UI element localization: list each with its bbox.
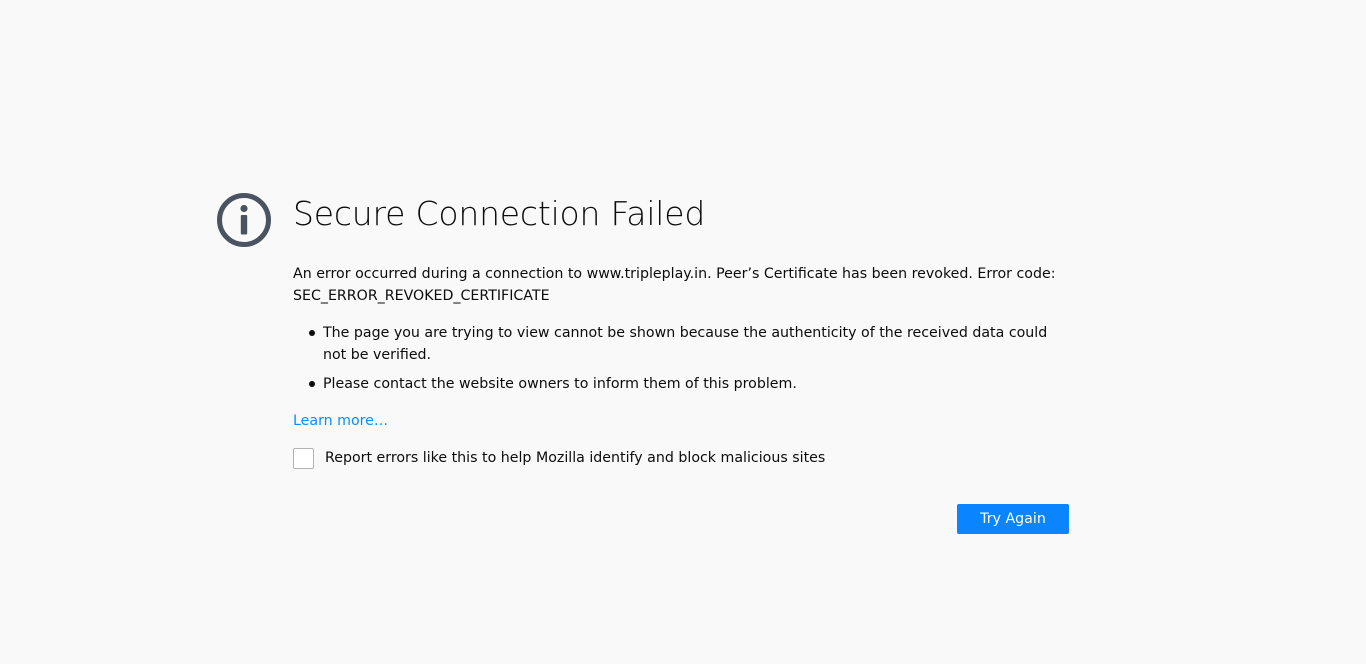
page-title: Secure Connection Failed [293,194,706,233]
report-errors-row: Report errors like this to help Mozilla … [293,446,1069,470]
error-page: Secure Connection Failed An error occurr… [0,0,1366,664]
error-description: An error occurred during a connection to… [293,263,1069,307]
try-again-button[interactable]: Try Again [957,504,1069,534]
list-item: The page you are trying to view cannot b… [309,322,1069,366]
error-details-list: The page you are trying to view cannot b… [293,322,1069,395]
info-icon [217,193,271,247]
button-container: Try Again [293,504,1069,534]
learn-more-link[interactable]: Learn more… [293,410,388,432]
report-errors-label[interactable]: Report errors like this to help Mozilla … [325,447,825,469]
error-description-text: An error occurred during a connection to… [293,266,1056,282]
error-content: Secure Connection Failed An error occurr… [293,190,1069,534]
error-code: SEC_ERROR_REVOKED_CERTIFICATE [293,288,550,304]
list-item: Please contact the website owners to inf… [309,373,1069,395]
report-errors-checkbox[interactable] [293,447,314,469]
